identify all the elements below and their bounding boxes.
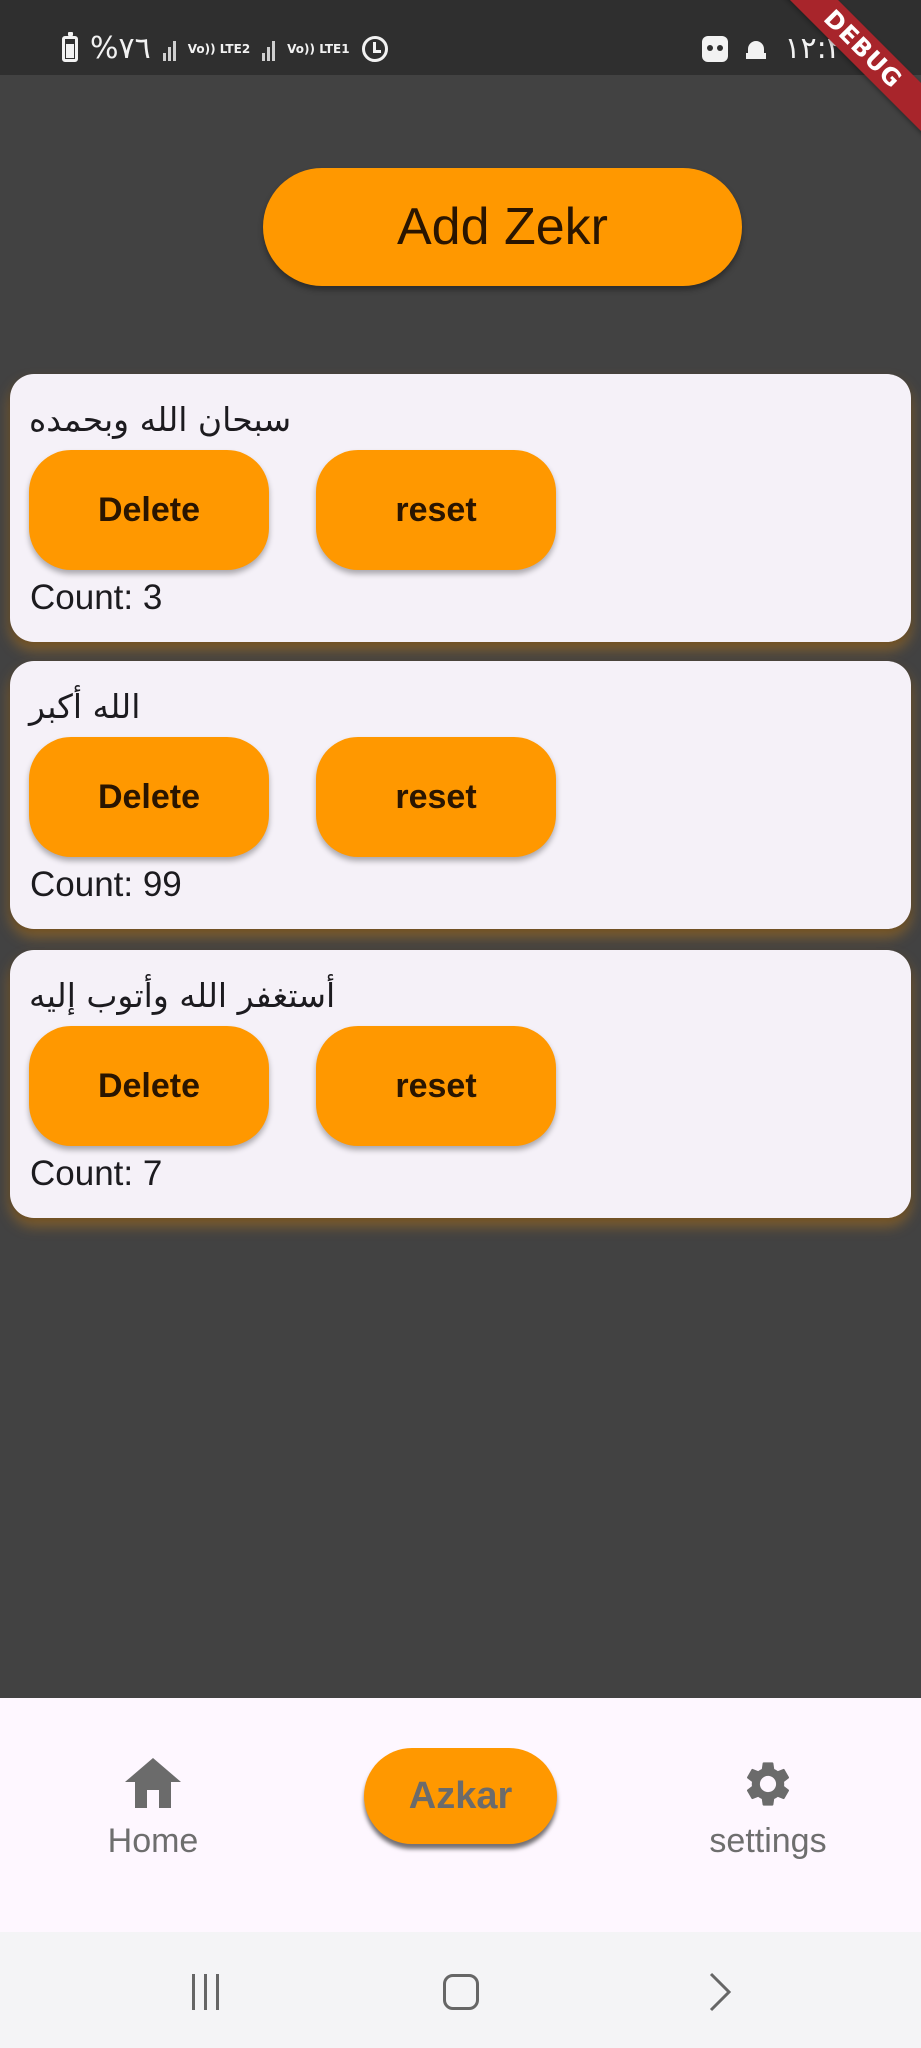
- nav-item-settings[interactable]: settings: [668, 1758, 868, 1861]
- signal-icon: [262, 37, 276, 61]
- status-bar-left: %٧٦ Vo)) LTE2 Vo)) LTE1: [62, 31, 388, 66]
- zekr-card: سبحان الله وبحمده Delete reset Count: 3: [10, 374, 911, 642]
- gear-icon: [740, 1758, 796, 1810]
- nav-item-azkar[interactable]: Azkar: [364, 1748, 557, 1844]
- alarm-icon: [361, 36, 388, 62]
- chevron-right-icon: [709, 1972, 732, 2012]
- zekr-text: سبحان الله وبحمده: [29, 400, 292, 439]
- zekr-count: Count: 99: [30, 865, 182, 904]
- mosque-icon: [744, 37, 768, 61]
- recents-icon: [191, 1974, 219, 2010]
- delete-button[interactable]: Delete: [29, 450, 269, 570]
- zekr-card: الله أكبر Delete reset Count: 99: [10, 661, 911, 929]
- status-bar: %٧٦ Vo)) LTE2 Vo)) LTE1 ١٢:٢٧: [0, 0, 921, 75]
- delete-button[interactable]: Delete: [29, 737, 269, 857]
- zekr-text: أستغفر الله وأتوب إليه: [29, 976, 336, 1015]
- nav-label-home: Home: [107, 1822, 199, 1860]
- signal-label-lte1: Vo)) LTE1: [287, 42, 350, 56]
- zekr-text: الله أكبر: [29, 687, 141, 726]
- zekr-card: أستغفر الله وأتوب إليه Delete reset Coun…: [10, 950, 911, 1218]
- reset-button[interactable]: reset: [316, 737, 556, 857]
- back-button[interactable]: [690, 1970, 750, 2014]
- signal-label-lte2: Vo)) LTE2: [187, 42, 251, 56]
- delete-button[interactable]: Delete: [29, 1026, 269, 1146]
- recents-button[interactable]: [175, 1970, 235, 2014]
- system-home-button[interactable]: [431, 1970, 491, 2014]
- home-icon: [125, 1758, 181, 1810]
- robot-icon: [702, 36, 729, 62]
- zekr-count: Count: 7: [30, 1154, 163, 1193]
- app-screen: %٧٦ Vo)) LTE2 Vo)) LTE1 ١٢:٢٧ DEBUG Add …: [0, 0, 921, 2048]
- battery-icon: [62, 32, 78, 62]
- reset-button[interactable]: reset: [316, 450, 556, 570]
- battery-percent: %٧٦: [90, 31, 151, 66]
- signal-icon: [162, 37, 176, 61]
- nav-item-home[interactable]: Home: [53, 1758, 253, 1861]
- system-navigation-bar: [0, 1932, 921, 2048]
- nav-label-settings: settings: [709, 1822, 827, 1860]
- add-zekr-button[interactable]: Add Zekr: [263, 168, 742, 286]
- bottom-navigation-bar: Home Azkar settings: [0, 1698, 921, 1932]
- zekr-count: Count: 3: [30, 578, 163, 617]
- reset-button[interactable]: reset: [316, 1026, 556, 1146]
- home-square-icon: [443, 1974, 479, 2010]
